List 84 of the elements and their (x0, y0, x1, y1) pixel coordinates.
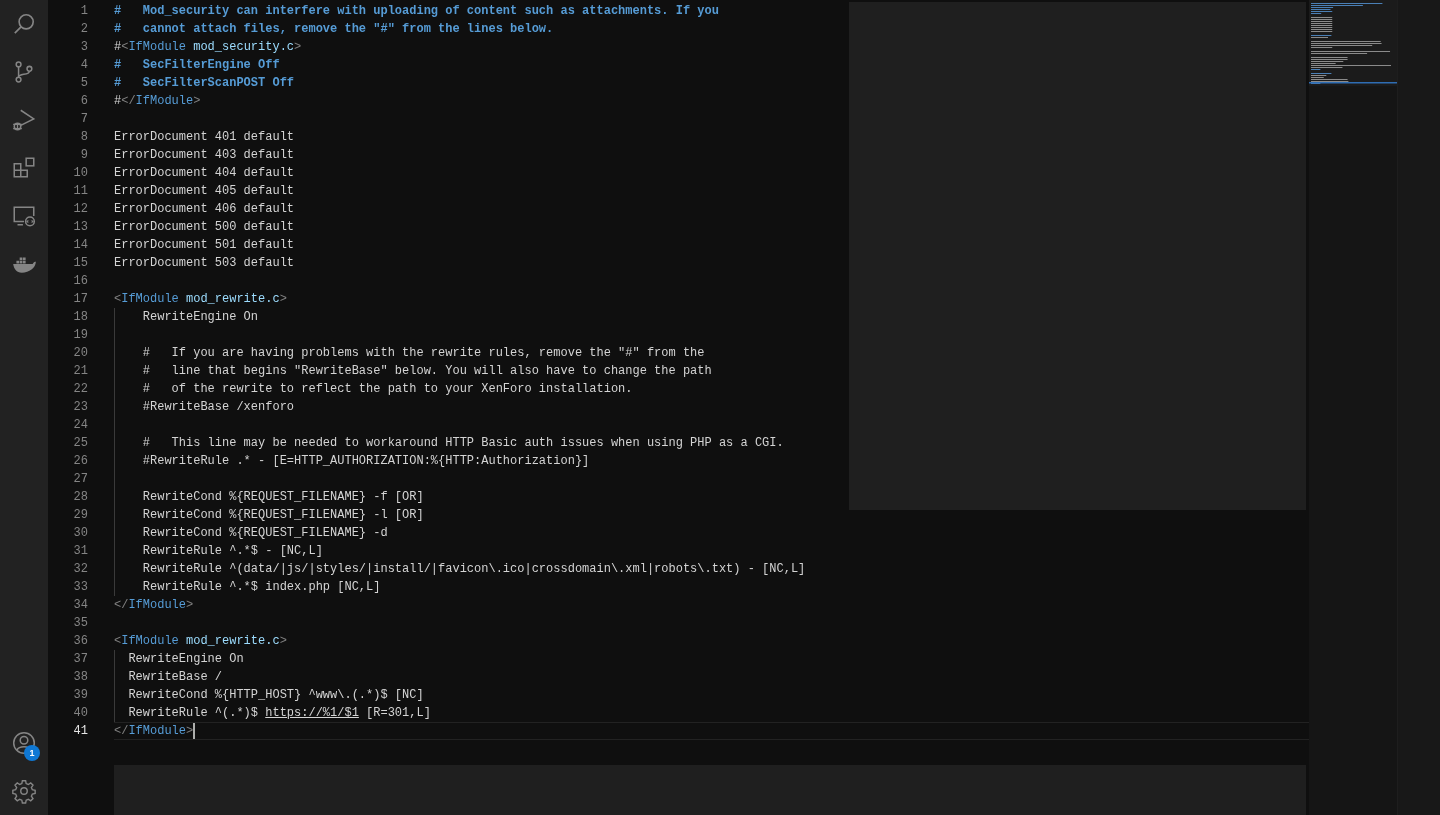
line-number: 22 (72, 381, 88, 398)
line-number: 25 (72, 435, 88, 452)
code-line: RewriteCond %{REQUEST_FILENAME} -f [OR] (141, 489, 424, 506)
line-number: 32 (72, 561, 88, 578)
line-number: 29 (72, 507, 88, 524)
code-line: #</IfModule> (114, 93, 201, 110)
code-line: ErrorDocument 501 default (114, 237, 295, 254)
line-number: 13 (72, 219, 88, 236)
line-number: 1 (79, 3, 88, 20)
code-line: ErrorDocument 406 default (114, 201, 295, 218)
account-icon (11, 730, 37, 756)
search-icon (11, 11, 37, 37)
code-line: RewriteEngine On (127, 651, 244, 668)
code-line: #RewriteBase /xenforo (141, 399, 295, 416)
line-number: 5 (79, 75, 88, 92)
account-button[interactable]: 1 (0, 719, 48, 767)
line-number: 37 (72, 651, 88, 668)
code-line: RewriteCond %{HTTP_HOST} ^www\.(.*)$ [NC] (127, 687, 424, 704)
text-cursor (193, 723, 196, 739)
code-line: RewriteCond %{REQUEST_FILENAME} -d (141, 525, 388, 542)
code-line: # This line may be needed to workaround HTTP Basic auth issues when using PHP as a CGI. (141, 435, 784, 452)
line-number: 18 (72, 309, 88, 326)
code-line: # If you are having problems with the rewrite rules, remove the "#" from the (141, 345, 705, 362)
code-line: ErrorDocument 403 default (114, 147, 295, 164)
line-number: 10 (72, 165, 88, 182)
code-line: </IfModule> (114, 597, 194, 614)
line-number: 2 (79, 21, 88, 38)
line-number: 6 (79, 93, 88, 110)
line-number: 26 (72, 453, 88, 470)
scrollbar-track[interactable] (1397, 0, 1440, 815)
code-line: # cannot attach files, remove the "#" from the lines below. (114, 21, 554, 38)
code-line: #RewriteRule .* - [E=HTTP_AUTHORIZATION:%{HTTP:Authorization}] (141, 453, 590, 470)
code-line: # Mod_security can interfere with uploading of content such as attachments. If you (114, 3, 719, 20)
line-number: 36 (72, 633, 88, 650)
line-number: 31 (72, 543, 88, 560)
line-number: 35 (72, 615, 88, 632)
line-number: 17 (72, 291, 88, 308)
line-number: 21 (72, 363, 88, 380)
line-number: 7 (79, 111, 88, 128)
line-number: 9 (79, 147, 88, 164)
line-number: 15 (72, 255, 88, 272)
line-number: 14 (72, 237, 88, 254)
code-line: RewriteEngine On (141, 309, 259, 326)
code-line: ErrorDocument 404 default (114, 165, 295, 182)
line-number: 38 (72, 669, 88, 686)
line-number: 16 (72, 273, 88, 290)
code-line: RewriteRule ^.*$ - [NC,L] (141, 543, 323, 560)
code-line: <IfModule mod_rewrite.c> (114, 633, 287, 650)
notification-badge: 1 (24, 745, 40, 761)
line-number: 27 (72, 471, 88, 488)
code-line: <IfModule mod_rewrite.c> (114, 291, 287, 308)
code-line: RewriteCond %{REQUEST_FILENAME} -l [OR] (141, 507, 424, 524)
code-line: ErrorDocument 401 default (114, 129, 295, 146)
code-line: ErrorDocument 500 default (114, 219, 295, 236)
line-number: 8 (79, 129, 88, 146)
code-line: ErrorDocument 405 default (114, 183, 295, 200)
code-line: # SecFilterScanPOST Off (114, 75, 295, 92)
line-number: 39 (72, 687, 88, 704)
line-number: 40 (72, 705, 88, 722)
settings-icon (11, 778, 37, 804)
code-line: # of the rewrite to reflect the path to your XenForo installation. (141, 381, 633, 398)
code-line: # SecFilterEngine Off (114, 57, 280, 74)
line-number: 28 (72, 489, 88, 506)
line-number: 12 (72, 201, 88, 218)
code-line: RewriteRule ^.*$ index.php [NC,L] (141, 579, 381, 596)
code-line: </IfModule> (114, 723, 194, 739)
code-line: # line that begins "RewriteBase" below. You will also have to change the path (141, 363, 712, 380)
line-number: 11 (72, 183, 88, 200)
code-line: RewriteBase / (127, 669, 223, 686)
run-debug-icon (11, 107, 37, 133)
line-number: 23 (72, 399, 88, 416)
line-number: 3 (79, 39, 88, 56)
line-number: 19 (72, 327, 88, 344)
code-line: RewriteRule ^(data/|js/|styles/|install/|favicon\.ico|crossdomain\.xml|robots\.txt) - [NC,L] (141, 561, 806, 578)
line-number: 41 (72, 723, 88, 740)
code-line: RewriteRule ^(.*)$ https://%1/$1 [R=301,L] (127, 705, 431, 722)
line-number: 20 (72, 345, 88, 362)
line-number: 33 (72, 579, 88, 596)
code-line: ErrorDocument 503 default (114, 255, 295, 272)
line-number: 34 (72, 597, 88, 614)
line-number: 24 (72, 417, 88, 434)
line-number: 30 (72, 525, 88, 542)
line-number: 4 (79, 57, 88, 74)
code-line: #<IfModule mod_security.c> (114, 39, 302, 56)
